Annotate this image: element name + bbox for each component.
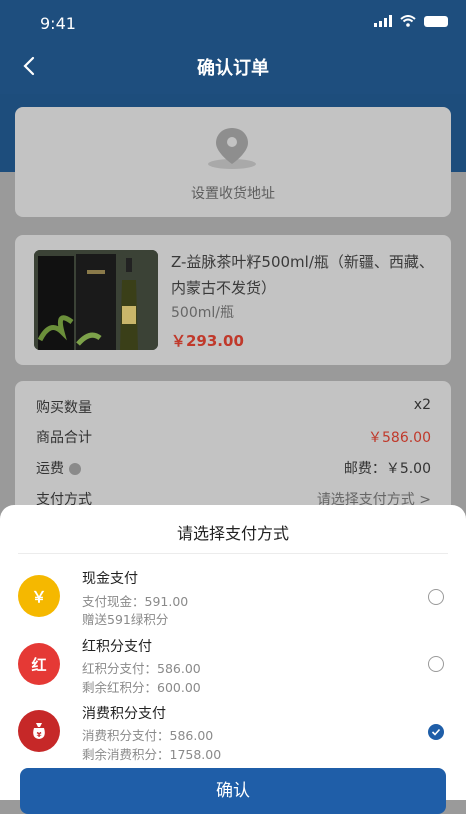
subtotal-value: ￥586.00: [368, 430, 431, 446]
signal-icon: [374, 15, 392, 27]
confirm-button[interactable]: 确认: [20, 768, 446, 814]
quantity-label: 购买数量: [36, 400, 92, 416]
payment-method-note: 剩余消费积分：1758.00: [82, 747, 222, 762]
red-points-icon: 红: [18, 643, 60, 685]
payment-sheet: [0, 505, 466, 800]
money-bag-icon: ¥: [18, 710, 60, 752]
payment-method-detail: 消费积分支付：586.00: [82, 728, 214, 743]
wifi-icon: [400, 15, 416, 27]
money-bag-icon: ¥: [33, 723, 45, 739]
product-image: [34, 250, 158, 350]
shipping-row: 运费: [36, 458, 81, 478]
page-title: 确认订单: [197, 58, 269, 79]
product-title: Z-益脉茶叶籽500ml/瓶（新疆、西藏、内蒙古不发货）: [171, 253, 434, 297]
payment-method-name: 红积分支付: [82, 639, 152, 655]
location-pin-icon: [208, 128, 256, 169]
payment-method-detail: 红积分支付：586.00: [82, 661, 201, 676]
payment-method-name: 消费积分支付: [82, 706, 166, 722]
checkmark-icon: [431, 728, 441, 736]
quantity-value: x2: [413, 397, 431, 413]
radio-consumer-points[interactable]: [428, 724, 444, 740]
status-time: 9:41: [40, 14, 76, 33]
payment-method-note: 剩余红积分：600.00: [82, 680, 201, 695]
product-price: ￥293.00: [171, 332, 244, 350]
subtotal-label: 商品合计: [36, 430, 92, 446]
shipping-label: 运费: [36, 461, 64, 477]
shipping-value: 邮费：￥5.00: [343, 461, 431, 477]
divider: [18, 553, 448, 554]
address-placeholder: 设置收货地址: [191, 186, 275, 202]
product-spec: 500ml/瓶: [171, 305, 234, 321]
payment-sheet-title: 请选择支付方式: [176, 524, 289, 543]
status-icons: [374, 15, 448, 27]
svg-text:¥: ¥: [37, 731, 42, 739]
battery-icon: [424, 15, 448, 27]
radio-red-points[interactable]: [428, 656, 444, 672]
radio-cash[interactable]: [428, 589, 444, 605]
payment-method-detail: 支付现金：591.00: [82, 594, 189, 609]
info-icon[interactable]: [69, 463, 81, 475]
payment-method-name: 现金支付: [82, 571, 138, 587]
yen-icon: ￥: [18, 575, 60, 617]
payment-method-note: 赠送591绿积分: [82, 612, 169, 627]
